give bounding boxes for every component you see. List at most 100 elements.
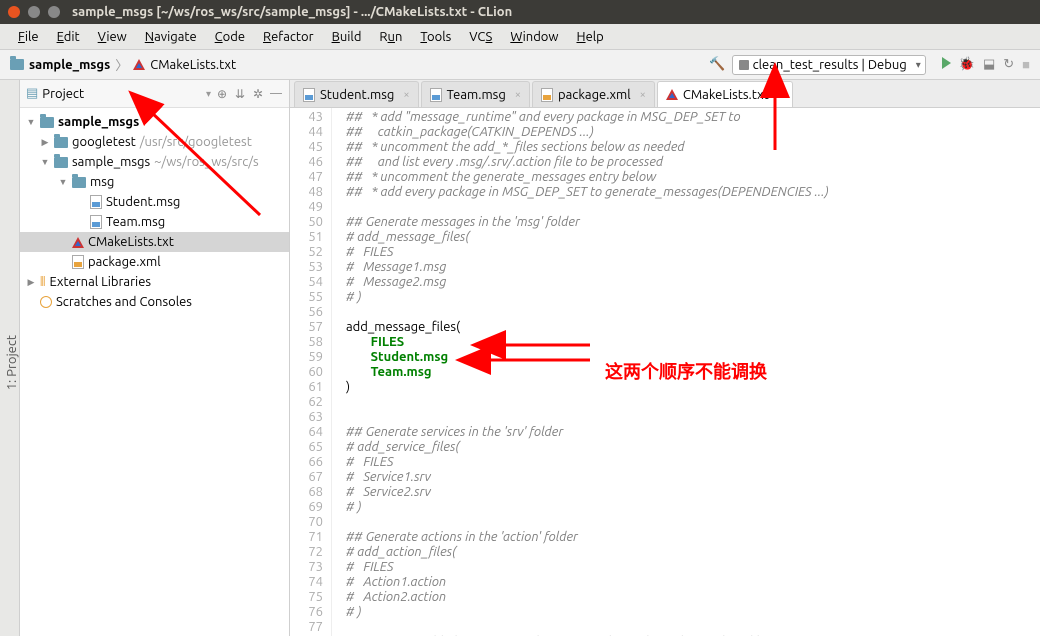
close-window-icon[interactable]: [8, 6, 20, 18]
file-icon: [90, 215, 102, 229]
cmake-icon: [666, 89, 678, 100]
breadcrumb-sep: 〉: [115, 55, 128, 74]
tree-item-label: sample_msgs: [72, 155, 150, 169]
folder-icon: [40, 117, 54, 128]
project-tree: ▼ sample_msgs ▶ googletest /usr/src/goog…: [20, 108, 289, 316]
titlebar: sample_msgs [~/ws/ros_ws/src/sample_msgs…: [0, 0, 1040, 24]
tree-item-label: CMakeLists.txt: [88, 235, 174, 249]
folder-icon: [10, 59, 24, 70]
tree-package-xml[interactable]: package.xml: [20, 252, 289, 272]
debug-icon[interactable]: 🐞: [959, 57, 975, 72]
menu-window[interactable]: Window: [502, 28, 566, 46]
settings-icon[interactable]: ✲: [251, 87, 265, 101]
menu-vcs[interactable]: VCS: [461, 28, 500, 46]
tree-item-label: Student.msg: [106, 195, 180, 209]
breadcrumb: sample_msgs 〉 CMakeLists.txt: [10, 55, 236, 74]
toolbar: sample_msgs 〉 CMakeLists.txt 🔨 clean_tes…: [0, 50, 1040, 80]
tab-label: CMakeLists.txt: [683, 88, 769, 102]
locate-icon[interactable]: ⊕: [215, 87, 229, 101]
editor-tabs: Student.msg × Team.msg × package.xml × C…: [290, 80, 1040, 108]
close-tab-icon[interactable]: ×: [640, 89, 646, 101]
annotation-text: 这两个顺序不能调换: [605, 358, 767, 384]
tree-item-label: package.xml: [88, 255, 161, 269]
window-title: sample_msgs [~/ws/ros_ws/src/sample_msgs…: [72, 5, 512, 19]
build-icon[interactable]: 🔨: [709, 57, 725, 72]
cmake-icon: [133, 59, 145, 70]
run-icon[interactable]: [942, 57, 951, 69]
menu-help[interactable]: Help: [569, 28, 612, 46]
folder-icon: [72, 177, 86, 188]
tree-item-path: /usr/src/googletest: [140, 135, 252, 149]
run-config-dropdown[interactable]: clean_test_results | Debug: [732, 55, 926, 75]
run-config-label: clean_test_results | Debug: [753, 58, 907, 72]
menu-run[interactable]: Run: [371, 28, 410, 46]
project-panel-dropdown-icon[interactable]: ▾: [206, 88, 211, 100]
left-tool-window-tabs: 1: Project 7: Structure 2: Favorites: [0, 80, 20, 636]
menu-view[interactable]: View: [90, 28, 135, 46]
project-view-icon[interactable]: ▤: [26, 86, 38, 101]
tab-label: Team.msg: [447, 88, 506, 102]
window-controls: [8, 6, 60, 18]
file-icon: [303, 88, 315, 102]
file-icon: [430, 88, 442, 102]
tree-googletest[interactable]: ▶ googletest /usr/src/googletest: [20, 132, 289, 152]
tree-root-label: sample_msgs: [58, 115, 139, 129]
menu-code[interactable]: Code: [207, 28, 253, 46]
collapse-icon[interactable]: ⇊: [233, 87, 247, 101]
menu-tools[interactable]: Tools: [412, 28, 459, 46]
tab-student[interactable]: Student.msg ×: [294, 81, 419, 107]
menu-refactor[interactable]: Refactor: [255, 28, 322, 46]
cmake-icon: [72, 237, 84, 248]
config-icon: [739, 60, 749, 70]
close-tab-icon[interactable]: ×: [515, 89, 521, 101]
file-icon: [541, 88, 553, 102]
tree-item-path: ~/ws/ros_ws/src/s: [154, 155, 259, 169]
tree-item-label: msg: [90, 175, 114, 189]
menu-edit[interactable]: Edit: [49, 28, 88, 46]
project-panel-title[interactable]: Project: [42, 87, 202, 101]
main-area: 1: Project 7: Structure 2: Favorites ▤ P…: [0, 80, 1040, 636]
tab-team[interactable]: Team.msg ×: [421, 81, 530, 107]
file-icon: [90, 195, 102, 209]
tree-scratches[interactable]: Scratches and Consoles: [20, 292, 289, 312]
run-config-area: 🔨 clean_test_results | Debug 🐞 ⬓ ↻ ■: [709, 55, 1030, 75]
maximize-window-icon[interactable]: [48, 6, 60, 18]
scratches-icon: [40, 296, 52, 308]
tree-item-label: Team.msg: [106, 215, 165, 229]
tab-label: Student.msg: [320, 88, 394, 102]
tree-root[interactable]: ▼ sample_msgs: [20, 112, 289, 132]
tree-item-label: External Libraries: [49, 275, 151, 289]
tree-cmakelists[interactable]: CMakeLists.txt: [20, 232, 289, 252]
tree-external-libraries[interactable]: ▶⫴ External Libraries: [20, 272, 289, 292]
menu-navigate[interactable]: Navigate: [137, 28, 205, 46]
tab-package[interactable]: package.xml ×: [532, 81, 655, 107]
libraries-icon: ⫴: [40, 275, 45, 290]
tool-tab-project[interactable]: 1: Project: [5, 335, 19, 390]
close-tab-icon[interactable]: ×: [778, 89, 784, 101]
tab-cmake[interactable]: CMakeLists.txt ×: [657, 81, 793, 107]
tab-label: package.xml: [558, 88, 631, 102]
coverage-icon[interactable]: ⬓: [983, 57, 995, 72]
project-panel-header: ▤ Project ▾ ⊕ ⇊ ✲ —: [20, 80, 289, 108]
hide-icon[interactable]: —: [269, 87, 283, 101]
project-panel: ▤ Project ▾ ⊕ ⇊ ✲ — ▼ sample_msgs ▶ goog…: [20, 80, 290, 636]
tree-item-label: Scratches and Consoles: [56, 295, 192, 309]
breadcrumb-file[interactable]: CMakeLists.txt: [150, 58, 236, 72]
tree-sample-msgs[interactable]: ▼ sample_msgs ~/ws/ros_ws/src/s: [20, 152, 289, 172]
close-tab-icon[interactable]: ×: [403, 89, 409, 101]
minimize-window-icon[interactable]: [28, 6, 40, 18]
tree-item-label: googletest: [72, 135, 136, 149]
folder-icon: [54, 157, 68, 168]
tree-msg-folder[interactable]: ▼ msg: [20, 172, 289, 192]
tree-student-msg[interactable]: Student.msg: [20, 192, 289, 212]
menubar: File Edit View Navigate Code Refactor Bu…: [0, 24, 1040, 50]
profile-icon[interactable]: ↻: [1003, 57, 1014, 72]
menu-build[interactable]: Build: [324, 28, 370, 46]
folder-icon: [54, 137, 68, 148]
stop-icon[interactable]: ■: [1022, 57, 1030, 72]
line-number-gutter: 4344454647484950515253545556575859606162…: [290, 108, 332, 636]
breadcrumb-project[interactable]: sample_msgs: [29, 58, 110, 72]
menu-file[interactable]: File: [10, 28, 47, 46]
tree-team-msg[interactable]: Team.msg: [20, 212, 289, 232]
file-icon: [72, 255, 84, 269]
